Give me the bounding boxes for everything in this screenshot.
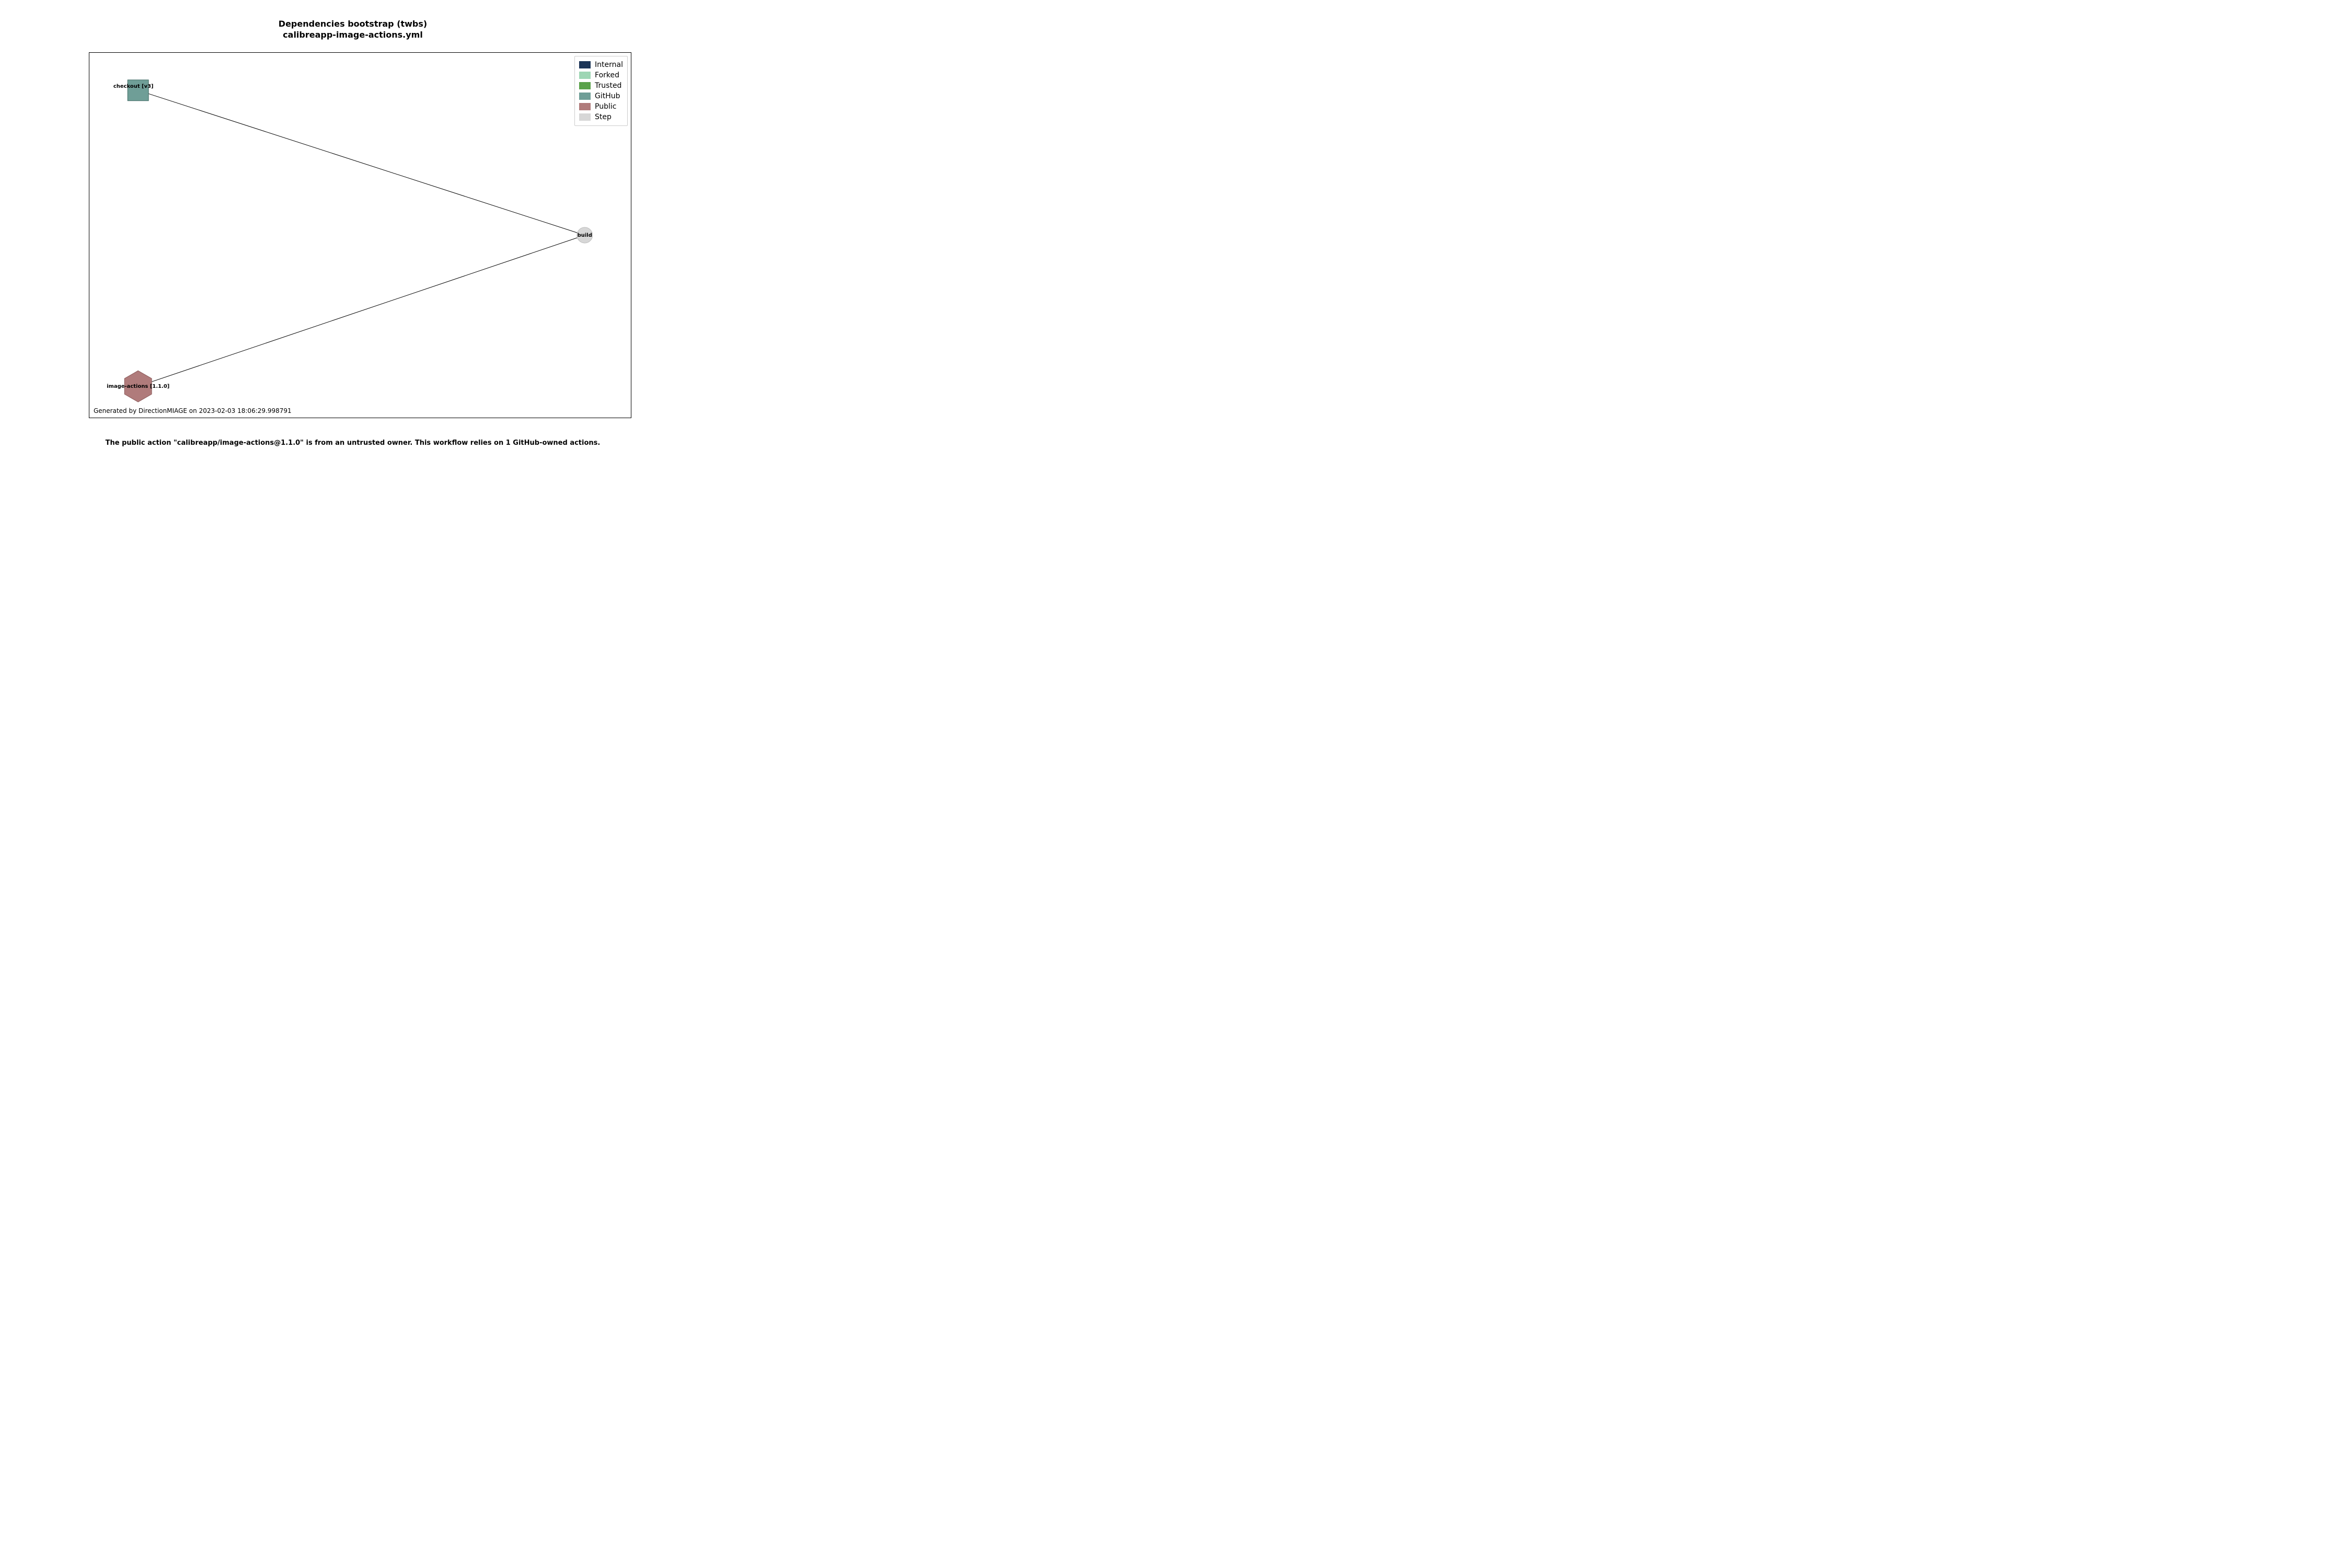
legend: Internal Forked Trusted GitHub Public St… bbox=[574, 56, 628, 126]
plot-frame: checkout [v3] image-actions [1.1.0] buil… bbox=[89, 52, 631, 418]
node-label: build bbox=[578, 233, 592, 238]
chart-title-line1: Dependencies bootstrap (twbs) bbox=[0, 19, 706, 30]
legend-item: Trusted bbox=[579, 80, 623, 91]
legend-label: Trusted bbox=[595, 80, 621, 91]
chart-title-line2: calibreapp-image-actions.yml bbox=[0, 30, 706, 41]
legend-swatch-icon bbox=[579, 103, 591, 110]
legend-label: Step bbox=[595, 112, 612, 122]
legend-item: GitHub bbox=[579, 91, 623, 101]
graph-svg: checkout [v3] image-actions [1.1.0] buil… bbox=[89, 53, 631, 418]
edge bbox=[138, 90, 585, 235]
legend-item: Forked bbox=[579, 70, 623, 80]
footer-warning: The public action "calibreapp/image-acti… bbox=[0, 439, 706, 447]
edge bbox=[138, 235, 585, 386]
legend-label: Public bbox=[595, 101, 616, 112]
legend-swatch-icon bbox=[579, 113, 591, 121]
node-checkout: checkout [v3] bbox=[113, 80, 154, 101]
edges bbox=[138, 90, 585, 386]
legend-label: GitHub bbox=[595, 91, 620, 101]
legend-swatch-icon bbox=[579, 72, 591, 79]
chart-title: Dependencies bootstrap (twbs) calibreapp… bbox=[0, 19, 706, 41]
legend-label: Internal bbox=[595, 60, 623, 70]
generated-text: Generated by DirectionMIAGE on 2023-02-0… bbox=[94, 407, 292, 414]
node-build: build bbox=[577, 227, 593, 243]
legend-item: Internal bbox=[579, 60, 623, 70]
legend-swatch-icon bbox=[579, 61, 591, 68]
node-label: image-actions [1.1.0] bbox=[107, 384, 169, 389]
legend-swatch-icon bbox=[579, 93, 591, 100]
node-image-actions: image-actions [1.1.0] bbox=[107, 371, 169, 402]
legend-item: Public bbox=[579, 101, 623, 112]
legend-label: Forked bbox=[595, 70, 619, 80]
page: Dependencies bootstrap (twbs) calibreapp… bbox=[0, 0, 706, 470]
legend-item: Step bbox=[579, 112, 623, 122]
legend-swatch-icon bbox=[579, 82, 591, 89]
node-label: checkout [v3] bbox=[113, 84, 154, 89]
